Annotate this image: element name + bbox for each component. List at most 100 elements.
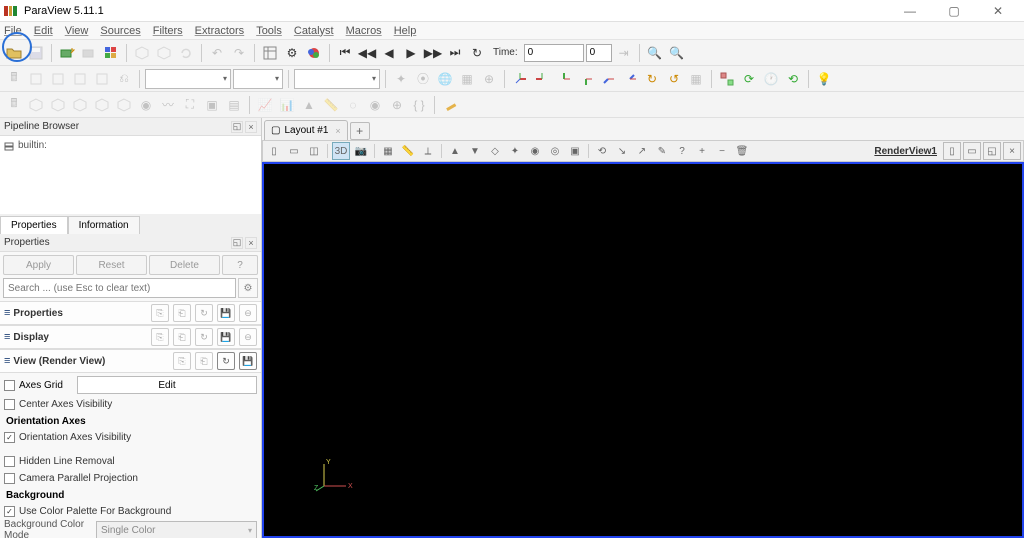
help-button[interactable]: ?	[222, 255, 258, 275]
connect-button[interactable]	[57, 43, 77, 63]
disconnect-button[interactable]	[79, 43, 99, 63]
axis-posy-button[interactable]	[554, 69, 574, 89]
histogram-button[interactable]: 📊	[277, 95, 297, 115]
zoom-to-box-button[interactable]: 🔍	[667, 43, 687, 63]
reset-button[interactable]: Reset	[76, 255, 147, 275]
zoom-reset-button[interactable]: ⦿	[413, 69, 433, 89]
reset-view-button[interactable]: ↻	[217, 352, 235, 370]
save-section-button[interactable]: 💾	[217, 304, 235, 322]
reset-display-button[interactable]: ↻	[195, 328, 213, 346]
properties-detach-button[interactable]: ◱	[231, 237, 243, 249]
zoom-to-data-button[interactable]: 🔍	[645, 43, 665, 63]
layout-add-button[interactable]: +	[350, 122, 370, 140]
help-display-button[interactable]: ⊖	[239, 328, 257, 346]
extract-grid-button[interactable]: ▤	[224, 95, 244, 115]
layout-tab-close-button[interactable]: ×	[335, 126, 340, 136]
pipeline-close-button[interactable]: ×	[245, 121, 257, 133]
view-tool4-button[interactable]: ✎	[653, 142, 671, 160]
help-section-button[interactable]: ⊖	[239, 304, 257, 322]
plot-over-line-button[interactable]: 📈	[255, 95, 275, 115]
axis-negx-button[interactable]	[532, 69, 552, 89]
menu-edit[interactable]: Edit	[34, 25, 53, 37]
menu-extractors[interactable]: Extractors	[195, 25, 245, 37]
view-max-button[interactable]: ◱	[983, 142, 1001, 160]
reset-camera-button[interactable]: ✦	[391, 69, 411, 89]
pipeline-detach-button[interactable]: ◱	[231, 121, 243, 133]
stream-button[interactable]: 〰	[158, 95, 178, 115]
filter5-button[interactable]: ⎌	[114, 69, 134, 89]
view-split-v-button[interactable]: ▭	[285, 142, 303, 160]
loop-button[interactable]: ↻	[467, 43, 487, 63]
redo-button[interactable]: ↷	[229, 43, 249, 63]
copy-button[interactable]: ⎘	[151, 304, 169, 322]
search-settings-button[interactable]: ⚙	[238, 278, 258, 298]
axis-negy-button[interactable]	[576, 69, 596, 89]
view-3d-button[interactable]: 3D	[332, 142, 350, 160]
menu-tools[interactable]: Tools	[256, 25, 282, 37]
adjust-camera-button[interactable]: ▦	[686, 69, 706, 89]
save-state-button[interactable]	[26, 43, 46, 63]
minimize-button[interactable]: —	[896, 2, 924, 20]
time-max-button[interactable]: ⇥	[614, 43, 634, 63]
close-button[interactable]: ✕	[984, 2, 1012, 20]
copy-display-button[interactable]: ⎘	[151, 328, 169, 346]
view-tool1-button[interactable]: ⟲	[593, 142, 611, 160]
save-view-button[interactable]: 💾	[239, 352, 257, 370]
view-select-point-button[interactable]: ▲	[446, 142, 464, 160]
time-value-input[interactable]	[524, 44, 584, 62]
pipeline-browser-body[interactable]: builtin:	[0, 136, 261, 214]
filter2-button[interactable]	[48, 69, 68, 89]
view-interact-button[interactable]: ✦	[506, 142, 524, 160]
color-editor-button[interactable]	[304, 43, 324, 63]
center-axes-checkbox[interactable]	[4, 399, 15, 410]
extract-button[interactable]	[114, 95, 134, 115]
threshold-button[interactable]	[92, 95, 112, 115]
view-camera-button[interactable]: 📷	[352, 142, 370, 160]
orientation-vis-checkbox[interactable]: ✓	[4, 432, 15, 443]
active-variable-combo[interactable]	[145, 69, 231, 89]
axis-posz-button[interactable]	[598, 69, 618, 89]
view-tool2-button[interactable]: ↘	[613, 142, 631, 160]
search-input[interactable]	[3, 278, 236, 298]
next-frame-button[interactable]: ▶▶	[423, 43, 443, 63]
last-frame-button[interactable]: ⏭	[445, 43, 465, 63]
ruler-button[interactable]: 📏	[321, 95, 341, 115]
rotate-90ccw-button[interactable]: ↺	[664, 69, 684, 89]
group-button[interactable]: ▣	[202, 95, 222, 115]
paste-display-button[interactable]: ⎗	[173, 328, 191, 346]
view-select-frustum-button[interactable]: ◇	[486, 142, 504, 160]
cube-extract-button[interactable]	[154, 43, 174, 63]
component-combo[interactable]	[233, 69, 283, 89]
view-interaction-button[interactable]: ◫	[305, 142, 323, 160]
python-button[interactable]: ◉	[365, 95, 385, 115]
pipeline-builtin-item[interactable]: builtin:	[4, 140, 257, 151]
view-split-h-button[interactable]: ▯	[265, 142, 283, 160]
first-frame-button[interactable]: ⏮	[335, 43, 355, 63]
render-view[interactable]: Y X Z	[262, 162, 1024, 538]
rotate-90cw-button[interactable]: ↻	[642, 69, 662, 89]
filter3-button[interactable]	[70, 69, 90, 89]
time-index-input[interactable]	[586, 44, 612, 62]
axis-negz-button[interactable]	[620, 69, 640, 89]
slice-button[interactable]	[70, 95, 90, 115]
axis-posx-button[interactable]	[510, 69, 530, 89]
brackets-button[interactable]: { }	[409, 95, 429, 115]
view-hover-point-button[interactable]: ◉	[526, 142, 544, 160]
contour-button[interactable]	[26, 95, 46, 115]
load-palette-button[interactable]	[101, 43, 121, 63]
section-properties-header[interactable]: ≡ Properties ⎘ ⎗ ↻ 💾 ⊖	[0, 301, 261, 325]
reload-button[interactable]	[176, 43, 196, 63]
view-tool3-button[interactable]: ↗	[633, 142, 651, 160]
view-splitright2-button[interactable]: ▭	[963, 142, 981, 160]
cube-group-button[interactable]	[132, 43, 152, 63]
menu-sources[interactable]: Sources	[100, 25, 140, 37]
play-button[interactable]: ▶	[401, 43, 421, 63]
camera-parallel-checkbox[interactable]	[4, 473, 15, 484]
section-view-header[interactable]: ≡ View (Render View) ⎘ ⎗ ↻ 💾	[0, 349, 261, 373]
representation-combo[interactable]	[294, 69, 380, 89]
view-select-block-button[interactable]: ▣	[566, 142, 584, 160]
view-hover-cell-button[interactable]: ◎	[546, 142, 564, 160]
use-palette-checkbox[interactable]: ✓	[4, 506, 15, 517]
undo-button[interactable]: ↶	[207, 43, 227, 63]
tab-properties[interactable]: Properties	[0, 216, 68, 234]
